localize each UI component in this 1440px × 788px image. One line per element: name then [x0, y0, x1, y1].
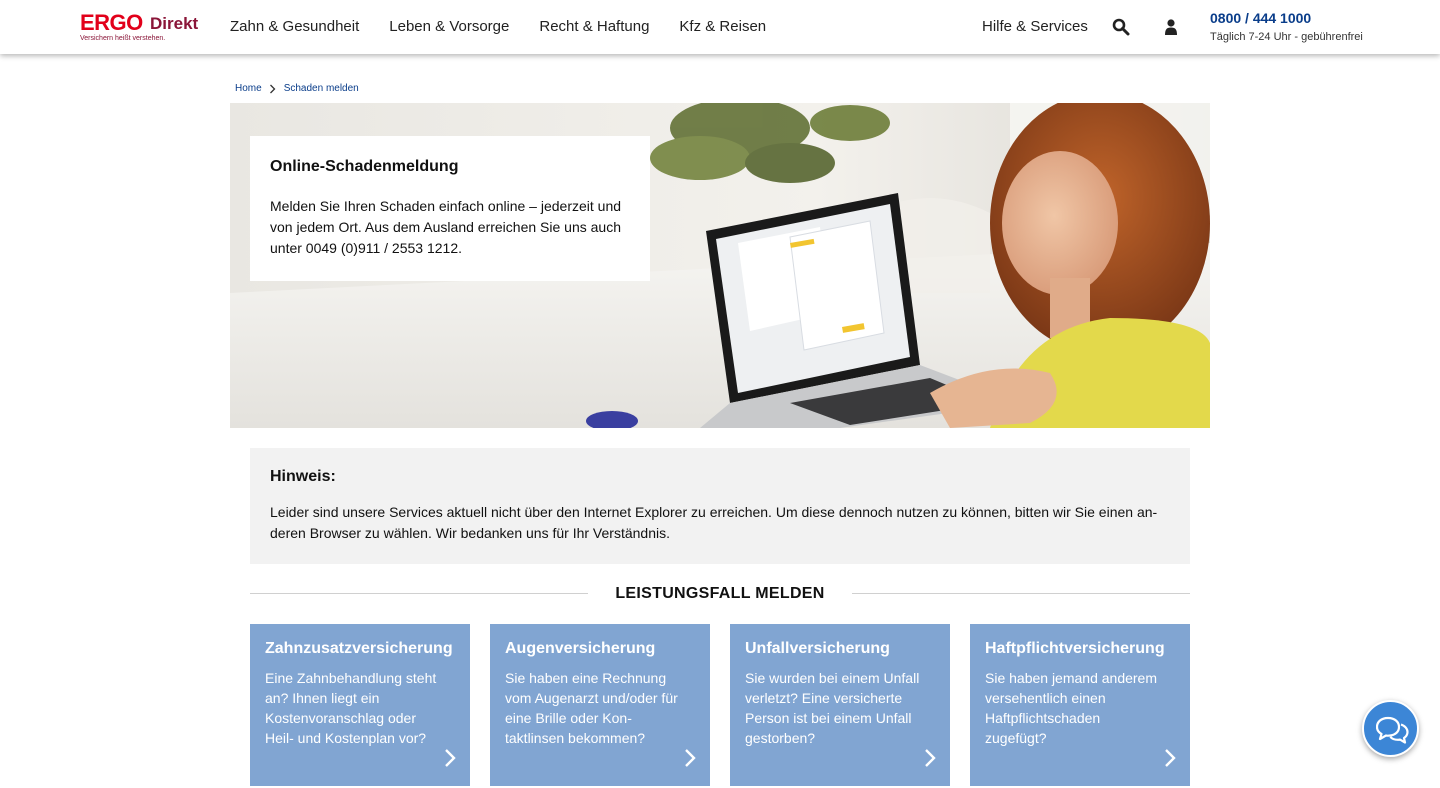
- tile-text: Sie wurden bei einem Un­fall verletzt? E…: [745, 670, 920, 746]
- phone-number[interactable]: 0800 / 444 1000: [1210, 10, 1311, 26]
- search-icon[interactable]: [1112, 18, 1130, 36]
- help-services-link[interactable]: Hilfe & Services: [982, 18, 1088, 36]
- breadcrumb-home[interactable]: Home: [235, 83, 262, 95]
- tile-title: Zahnzusatzversicherung: [265, 640, 453, 657]
- chevron-right-icon[interactable]: [444, 748, 456, 768]
- chat-bubbles-icon: [1376, 716, 1409, 744]
- hero-title: Online-Schadenmeldung: [270, 158, 459, 175]
- divider-right: [852, 593, 1190, 594]
- tile-title: Augenversicherung: [505, 640, 656, 657]
- nav-item-zahn-gesundheit[interactable]: Zahn & Gesundheit: [230, 18, 359, 36]
- main-nav: Zahn & Gesundheit Leben & Vorsorge Recht…: [230, 18, 796, 36]
- tile-zahnzusatzversicherung[interactable]: Zahnzusatzversicherung Eine Zahnbehandlu…: [250, 624, 470, 786]
- tile-title: Unfallversicherung: [745, 640, 890, 657]
- hero-card: Online-Schadenmeldung Melden Sie Ihren S…: [250, 136, 650, 281]
- chat-button[interactable]: [1362, 700, 1419, 757]
- hero-banner: Online-Schadenmeldung Melden Sie Ihren S…: [230, 103, 1210, 428]
- breadcrumb: Home Schaden melden: [235, 83, 359, 95]
- user-icon[interactable]: [1163, 18, 1179, 36]
- phone-hours: Täglich 7-24 Uhr - gebührenfrei: [1210, 31, 1363, 43]
- tile-unfallversicherung[interactable]: Unfallversicherung Sie wurden bei einem …: [730, 624, 950, 786]
- nav-item-kfz-reisen[interactable]: Kfz & Reisen: [679, 18, 766, 36]
- tile-augenversicherung[interactable]: Augenversicherung Sie haben eine Rechnun…: [490, 624, 710, 786]
- browser-notice: Hinweis: Leider sind unsere Services akt…: [250, 448, 1190, 564]
- nav-item-recht-haftung[interactable]: Recht & Haftung: [539, 18, 649, 36]
- tile-text: Eine Zahnbehandlung steht an? Ihnen lieg…: [265, 670, 437, 746]
- section-title: LEISTUNGSFALL MELDEN: [615, 585, 825, 602]
- tile-haftpflichtversicherung[interactable]: Haftpflichtversicherung Sie haben jemand…: [970, 624, 1190, 786]
- tile-text: Sie haben eine Rechnung vom Augenarzt un…: [505, 670, 678, 746]
- logo-brand: ERGO: [80, 10, 143, 35]
- site-header: ERGO Direkt Versichern heißt verstehen. …: [0, 0, 1440, 54]
- nav-item-leben-vorsorge[interactable]: Leben & Vorsorge: [389, 18, 509, 36]
- breadcrumb-schaden-melden[interactable]: Schaden melden: [284, 83, 359, 95]
- chevron-right-icon: [269, 84, 276, 94]
- notice-text: Leider sind unsere Services aktuell nich…: [270, 504, 1158, 541]
- notice-title: Hinweis:: [270, 468, 336, 485]
- ergo-direkt-logo[interactable]: ERGO Direkt Versichern heißt verstehen.: [80, 11, 202, 45]
- chevron-right-icon[interactable]: [1164, 748, 1176, 768]
- logo-tagline: Versichern heißt verstehen.: [80, 35, 166, 42]
- tile-title: Haftpflichtversicherung: [985, 640, 1165, 657]
- section-heading: LEISTUNGSFALL MELDEN: [250, 583, 1190, 605]
- tile-text: Sie haben jemand ande­rem versehentlich …: [985, 670, 1158, 746]
- hero-text: Melden Sie Ihren Schaden einfach online …: [270, 198, 622, 256]
- chevron-right-icon[interactable]: [684, 748, 696, 768]
- logo-sub: Direkt: [150, 14, 199, 33]
- chevron-right-icon[interactable]: [924, 748, 936, 768]
